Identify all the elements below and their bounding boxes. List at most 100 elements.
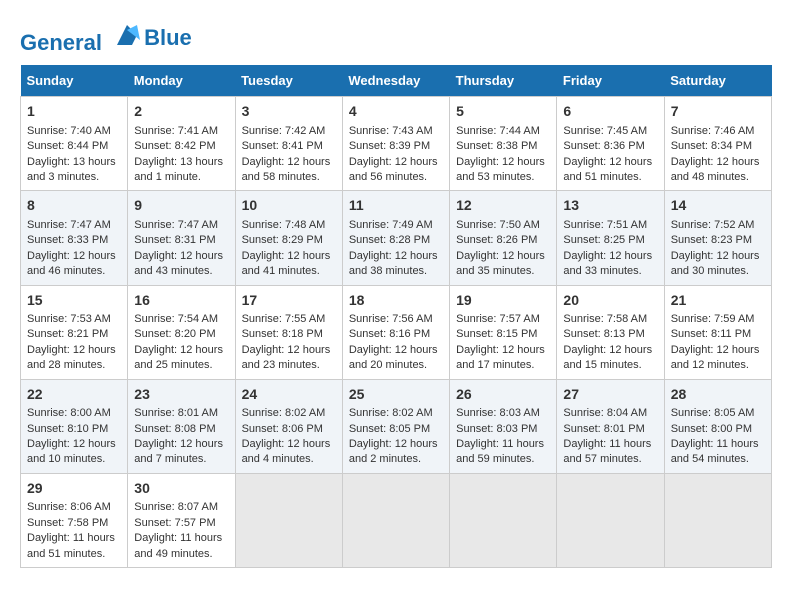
calendar-day-cell: 13Sunrise: 7:51 AMSunset: 8:25 PMDayligh…	[557, 191, 664, 285]
sunrise-text: Sunrise: 7:50 AM	[456, 219, 540, 231]
day-number: 5	[456, 102, 550, 122]
calendar-day-cell: 15 Sunrise: 7:53 AM Sunset: 8:21 PM Dayligh…	[21, 285, 128, 379]
day-number: 15	[27, 291, 121, 311]
weekday-header-row: SundayMondayTuesdayWednesdayThursdayFrid…	[21, 65, 772, 97]
calendar-day-cell: 12 Sunrise: 7:50 AM Sunset: 8:26 PM Dayligh…	[450, 191, 557, 285]
daylight-text: Daylight: 12 hours and 43 minutes.	[134, 250, 223, 277]
day-number: 13	[563, 196, 657, 216]
calendar-table: SundayMondayTuesdayWednesdayThursdayFrid…	[20, 65, 772, 568]
sunrise-text: Sunrise: 7:53 AM	[27, 313, 111, 325]
sunset-text: Sunset: 8:03 PM	[456, 423, 537, 435]
calendar-day-cell: 25Sunrise: 8:02 AMSunset: 8:05 PMDayligh…	[342, 379, 449, 473]
day-number: 28	[671, 385, 765, 405]
calendar-day-cell: 9Sunrise: 7:47 AMSunset: 8:31 PMDaylight…	[128, 191, 235, 285]
sunset-text: Sunset: 7:58 PM	[27, 517, 108, 529]
daylight-text: Daylight: 12 hours and 7 minutes.	[134, 438, 223, 465]
day-number: 11	[349, 196, 443, 216]
daylight-text: Daylight: 12 hours and 38 minutes.	[349, 250, 438, 277]
sunset-text: Sunset: 8:21 PM	[27, 328, 108, 340]
sunset-text: Sunset: 8:23 PM	[671, 234, 752, 246]
sunset-text: Sunset: 8:36 PM	[563, 140, 644, 152]
sunset-text: Sunset: 8:00 PM	[671, 423, 752, 435]
sunrise-text: Sunrise: 8:00 AM	[27, 407, 111, 419]
sunset-text: Sunset: 8:18 PM	[242, 328, 323, 340]
sunrise-text: Sunrise: 7:57 AM	[456, 313, 540, 325]
sunrise-text: Sunrise: 7:51 AM	[563, 219, 647, 231]
sunrise-text: Sunrise: 7:56 AM	[349, 313, 433, 325]
weekday-header-tuesday: Tuesday	[235, 65, 342, 97]
sunset-text: Sunset: 8:15 PM	[456, 328, 537, 340]
daylight-text: Daylight: 13 hours and 3 minutes.	[27, 156, 116, 183]
logo-icon	[112, 20, 142, 50]
sunrise-text: Sunrise: 7:47 AM	[27, 219, 111, 231]
calendar-day-cell: 1 Sunrise: 7:40 AM Sunset: 8:44 PM Daylight…	[21, 97, 128, 191]
sunset-text: Sunset: 8:44 PM	[27, 140, 108, 152]
sunset-text: Sunset: 8:39 PM	[349, 140, 430, 152]
sunrise-text: Sunrise: 7:43 AM	[349, 125, 433, 137]
sunrise-text: Sunrise: 8:01 AM	[134, 407, 218, 419]
calendar-day-cell: 22Sunrise: 8:00 AMSunset: 8:10 PMDayligh…	[21, 379, 128, 473]
sunset-text: Sunset: 8:31 PM	[134, 234, 215, 246]
sunrise-text: Sunrise: 7:42 AM	[242, 125, 326, 137]
calendar-day-cell: 10Sunrise: 7:48 AMSunset: 8:29 PMDayligh…	[235, 191, 342, 285]
sunset-text: Sunset: 8:05 PM	[349, 423, 430, 435]
sunrise-text: Sunrise: 8:07 AM	[134, 501, 218, 513]
daylight-text: Daylight: 12 hours and 10 minutes.	[27, 438, 116, 465]
daylight-text: Daylight: 12 hours and 30 minutes.	[671, 250, 760, 277]
daylight-text: Daylight: 12 hours and 15 minutes.	[563, 344, 652, 371]
sunrise-text: Sunrise: 7:48 AM	[242, 219, 326, 231]
sunrise-text: Sunrise: 8:03 AM	[456, 407, 540, 419]
sunrise-text: Sunrise: 7:40 AM	[27, 125, 111, 137]
daylight-text: Daylight: 12 hours and 12 minutes.	[671, 344, 760, 371]
day-number: 8	[27, 196, 121, 216]
logo-text: General	[20, 20, 142, 55]
day-number: 10	[242, 196, 336, 216]
daylight-text: Daylight: 12 hours and 4 minutes.	[242, 438, 331, 465]
calendar-day-cell: 6Sunrise: 7:45 AMSunset: 8:36 PMDaylight…	[557, 97, 664, 191]
day-number: 23	[134, 385, 228, 405]
sunset-text: Sunset: 8:28 PM	[349, 234, 430, 246]
sunrise-text: Sunrise: 7:59 AM	[671, 313, 755, 325]
calendar-day-cell	[664, 473, 771, 567]
calendar-day-cell: 26Sunrise: 8:03 AMSunset: 8:03 PMDayligh…	[450, 379, 557, 473]
sunset-text: Sunset: 8:25 PM	[563, 234, 644, 246]
sunrise-text: Sunrise: 8:04 AM	[563, 407, 647, 419]
day-number: 29	[27, 479, 121, 499]
daylight-text: Daylight: 12 hours and 56 minutes.	[349, 156, 438, 183]
sunrise-text: Sunrise: 8:05 AM	[671, 407, 755, 419]
daylight-text: Daylight: 11 hours and 59 minutes.	[456, 438, 544, 465]
day-number: 20	[563, 291, 657, 311]
calendar-day-cell	[450, 473, 557, 567]
daylight-text: Daylight: 12 hours and 46 minutes.	[27, 250, 116, 277]
day-number: 24	[242, 385, 336, 405]
day-number: 1	[27, 102, 121, 122]
sunset-text: Sunset: 8:26 PM	[456, 234, 537, 246]
daylight-text: Daylight: 12 hours and 51 minutes.	[563, 156, 652, 183]
sunset-text: Sunset: 8:08 PM	[134, 423, 215, 435]
calendar-day-cell: 21Sunrise: 7:59 AMSunset: 8:11 PMDayligh…	[664, 285, 771, 379]
weekday-header-friday: Friday	[557, 65, 664, 97]
daylight-text: Daylight: 12 hours and 48 minutes.	[671, 156, 760, 183]
calendar-day-cell: 27Sunrise: 8:04 AMSunset: 8:01 PMDayligh…	[557, 379, 664, 473]
day-number: 12	[456, 196, 550, 216]
sunrise-text: Sunrise: 8:02 AM	[349, 407, 433, 419]
daylight-text: Daylight: 12 hours and 28 minutes.	[27, 344, 116, 371]
weekday-header-thursday: Thursday	[450, 65, 557, 97]
calendar-day-cell	[235, 473, 342, 567]
weekday-header-wednesday: Wednesday	[342, 65, 449, 97]
daylight-text: Daylight: 11 hours and 57 minutes.	[563, 438, 651, 465]
sunrise-text: Sunrise: 7:55 AM	[242, 313, 326, 325]
sunrise-text: Sunrise: 7:45 AM	[563, 125, 647, 137]
sunset-text: Sunset: 8:20 PM	[134, 328, 215, 340]
sunrise-text: Sunrise: 8:02 AM	[242, 407, 326, 419]
daylight-text: Daylight: 12 hours and 53 minutes.	[456, 156, 545, 183]
calendar-day-cell: 4Sunrise: 7:43 AMSunset: 8:39 PMDaylight…	[342, 97, 449, 191]
day-number: 16	[134, 291, 228, 311]
calendar-week-row: 1 Sunrise: 7:40 AM Sunset: 8:44 PM Daylight…	[21, 97, 772, 191]
calendar-day-cell: 11Sunrise: 7:49 AMSunset: 8:28 PMDayligh…	[342, 191, 449, 285]
sunrise-text: Sunrise: 7:54 AM	[134, 313, 218, 325]
daylight-text: Daylight: 12 hours and 35 minutes.	[456, 250, 545, 277]
daylight-text: Daylight: 12 hours and 2 minutes.	[349, 438, 438, 465]
day-number: 19	[456, 291, 550, 311]
calendar-day-cell: 5Sunrise: 7:44 AMSunset: 8:38 PMDaylight…	[450, 97, 557, 191]
